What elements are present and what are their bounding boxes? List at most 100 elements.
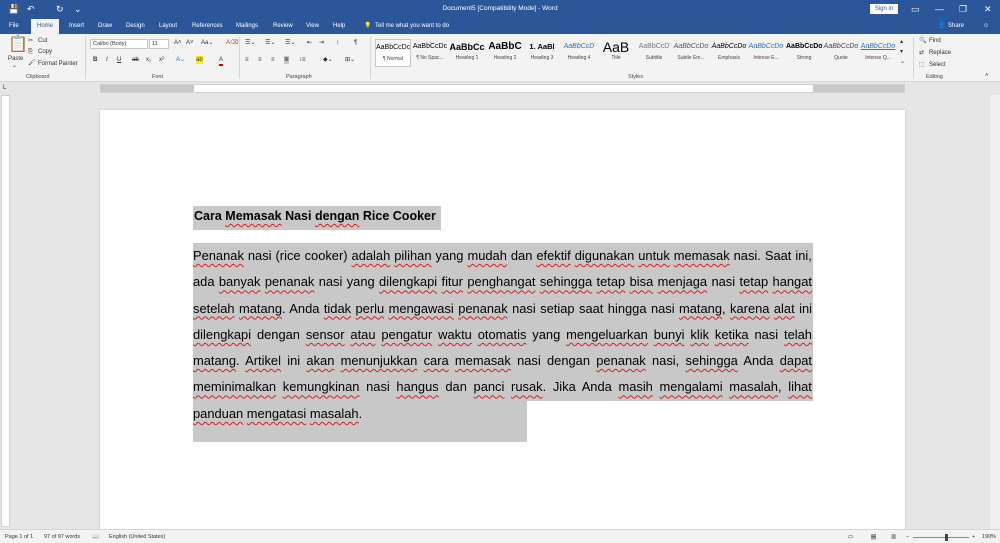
tab-mailings[interactable]: Mailings: [236, 22, 258, 31]
format-painter-icon[interactable]: 🖌: [28, 59, 36, 67]
print-layout-icon[interactable]: ▤: [871, 534, 877, 540]
align-center-icon[interactable]: ≡: [258, 56, 262, 64]
font-name-combo[interactable]: Calibri (Body): [90, 39, 148, 49]
proofing-icon[interactable]: 📖: [92, 534, 99, 540]
zoom-level[interactable]: 190%: [982, 534, 996, 540]
tab-insert[interactable]: Insert: [69, 22, 84, 31]
maximize-icon[interactable]: ❐: [959, 3, 967, 15]
style-no-spacing[interactable]: AaBbCcDc ¶ No Spac...: [412, 39, 448, 67]
superscript-icon[interactable]: x²: [159, 56, 164, 64]
style-strong[interactable]: AaBbCcDo Strong: [786, 39, 822, 67]
horizontal-ruler[interactable]: [100, 84, 905, 93]
show-formatting-icon[interactable]: ¶: [354, 39, 357, 47]
underline-icon[interactable]: U: [117, 56, 121, 64]
tab-draw[interactable]: Draw: [98, 22, 112, 31]
numbering-icon[interactable]: ☰⌄: [265, 39, 275, 47]
document-heading[interactable]: Cara Memasak Nasi dengan Rice Cooker: [193, 206, 441, 230]
paste-dropdown-icon[interactable]: ⌄: [12, 62, 17, 70]
highlight-color-icon[interactable]: ab: [196, 56, 203, 64]
bold-icon[interactable]: B: [93, 56, 97, 64]
style-heading-3[interactable]: 1. AaBl Heading 3: [524, 39, 560, 67]
share-button[interactable]: Share: [948, 22, 964, 31]
style-quote[interactable]: AaBbCcDo Quote: [823, 39, 859, 67]
tab-help[interactable]: Help: [333, 22, 345, 31]
web-layout-icon[interactable]: ▥: [891, 534, 896, 540]
tab-design[interactable]: Design: [126, 22, 145, 31]
justify-icon[interactable]: ≣: [284, 56, 290, 64]
change-case-icon[interactable]: Aa⌄: [201, 39, 213, 47]
vertical-scrollbar[interactable]: [990, 95, 1000, 529]
style-emphasis[interactable]: AaBbCcDo Emphasis: [711, 39, 747, 67]
style-normal[interactable]: AaBbCcDc ¶ Normal: [375, 39, 411, 67]
paste-icon[interactable]: 📋: [8, 36, 28, 54]
styles-more-icon[interactable]: ⌄: [900, 58, 905, 66]
style-subtitle[interactable]: AaBbCcD Subtitle: [636, 39, 672, 67]
zoom-out-icon[interactable]: −: [906, 534, 909, 540]
word-count[interactable]: 97 of 97 words: [44, 534, 80, 540]
document-page[interactable]: Cara Memasak Nasi dengan Rice Cooker Pen…: [100, 110, 905, 530]
replace-button[interactable]: Replace: [929, 49, 951, 57]
styles-scroll-up-icon[interactable]: ▴: [900, 38, 903, 46]
collapse-ribbon-icon[interactable]: ˄: [985, 72, 989, 80]
grow-font-icon[interactable]: A˄: [174, 39, 182, 47]
feedback-icon[interactable]: ☺: [983, 22, 989, 31]
ribbon-display-options-icon[interactable]: ▭: [911, 3, 920, 15]
text-effects-icon[interactable]: A⌄: [176, 56, 185, 64]
style-intense-quote[interactable]: AaBbCcDo Intense Q...: [860, 39, 896, 67]
style-subtle-emphasis[interactable]: AaBbCcDo Subtle Em...: [673, 39, 709, 67]
borders-icon[interactable]: ⊞⌄: [345, 56, 355, 64]
zoom-in-icon[interactable]: +: [972, 534, 975, 540]
tab-review[interactable]: Review: [273, 22, 293, 31]
style-heading-1[interactable]: AaBbCc Heading 1: [449, 39, 485, 67]
bullets-icon[interactable]: ☰⌄: [245, 39, 255, 47]
tab-selector-icon[interactable]: L: [3, 84, 6, 92]
decrease-indent-icon[interactable]: ⇤: [307, 39, 312, 47]
style-intense-emphasis[interactable]: AaBbCcDo Intense E...: [748, 39, 784, 67]
tab-references[interactable]: References: [192, 22, 223, 31]
tab-file[interactable]: File: [9, 22, 19, 31]
clear-formatting-icon[interactable]: A⌫: [226, 39, 239, 47]
copy-icon[interactable]: ⎘: [28, 48, 33, 56]
shading-icon[interactable]: ◆⌄: [323, 56, 333, 64]
cut-button[interactable]: Cut: [38, 37, 47, 45]
strikethrough-icon[interactable]: ab: [132, 56, 139, 64]
language-indicator[interactable]: English (United States): [109, 534, 165, 540]
styles-scroll-down-icon[interactable]: ▾: [900, 48, 903, 56]
style-heading-4[interactable]: AaBbCcD Heading 4: [561, 39, 597, 67]
align-right-icon[interactable]: ≡: [271, 56, 275, 64]
find-button[interactable]: Find: [929, 37, 941, 45]
find-icon[interactable]: 🔍: [919, 37, 926, 45]
tab-layout[interactable]: Layout: [159, 22, 177, 31]
style-title[interactable]: AaB Title: [598, 39, 634, 67]
read-mode-icon[interactable]: ▭: [848, 534, 853, 540]
page-count[interactable]: Page 1 of 1: [5, 534, 33, 540]
zoom-slider[interactable]: [913, 537, 969, 538]
sign-in-button[interactable]: Sign in: [870, 4, 898, 14]
vertical-ruler[interactable]: [1, 95, 10, 527]
select-icon[interactable]: ⬚: [919, 61, 925, 69]
font-size-combo[interactable]: 11: [149, 39, 169, 49]
line-spacing-icon[interactable]: ↕≡: [299, 56, 306, 64]
select-button[interactable]: Select: [929, 61, 946, 69]
increase-indent-icon[interactable]: ⇥: [319, 39, 324, 47]
font-color-icon[interactable]: A: [219, 56, 224, 66]
document-paragraph[interactable]: Penanak nasi (rice cooker) adalah piliha…: [193, 243, 812, 427]
share-icon[interactable]: 👤: [938, 22, 945, 31]
tab-view[interactable]: View: [306, 22, 319, 31]
tell-me-input[interactable]: Tell me what you want to do: [375, 22, 449, 31]
subscript-icon[interactable]: x₂: [146, 56, 151, 64]
zoom-slider-thumb[interactable]: [945, 534, 948, 541]
close-icon[interactable]: ✕: [984, 3, 992, 15]
copy-button[interactable]: Copy: [38, 48, 52, 56]
style-heading-2[interactable]: AaBbC Heading 2: [487, 39, 523, 67]
cut-icon[interactable]: ✂: [28, 37, 33, 45]
minimize-icon[interactable]: —: [935, 3, 944, 15]
sort-icon[interactable]: ↕: [336, 39, 339, 47]
italic-icon[interactable]: I: [106, 56, 108, 64]
multilevel-list-icon[interactable]: ☰⌄: [285, 39, 295, 47]
format-painter-button[interactable]: Format Painter: [38, 60, 78, 68]
tab-home[interactable]: Home: [31, 19, 60, 34]
shrink-font-icon[interactable]: A˅: [186, 39, 194, 47]
replace-icon[interactable]: ⇄: [919, 49, 924, 57]
align-left-icon[interactable]: ≡: [245, 56, 249, 64]
